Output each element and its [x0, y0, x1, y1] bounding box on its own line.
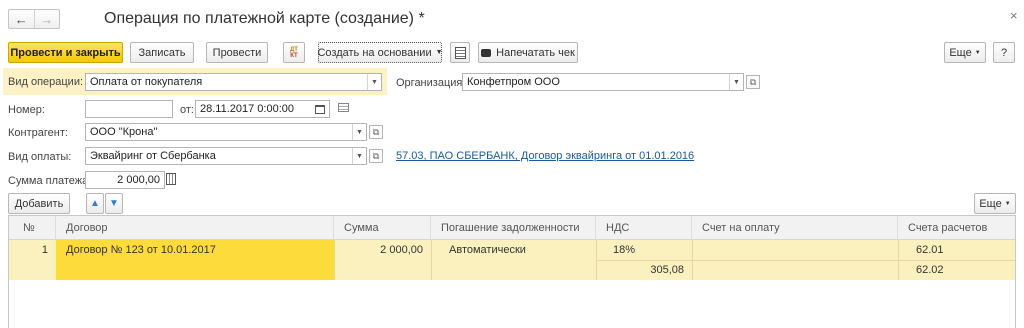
date-input[interactable]: 28.11.2017 0:00:00: [195, 100, 330, 118]
date-from-label: от:: [180, 104, 194, 116]
payment-type-label: Вид оплаты:: [8, 151, 72, 163]
create-based-on-button[interactable]: Создать на основании ▼: [317, 42, 443, 63]
back-arrow-icon[interactable]: ←: [9, 10, 35, 28]
column-header-amount[interactable]: Сумма: [334, 216, 431, 240]
print-check-label: Напечатать чек: [496, 46, 575, 59]
number-label: Номер:: [8, 104, 45, 116]
dt-kt-button[interactable]: ДТ КТ: [283, 42, 305, 63]
acquiring-contract-link[interactable]: 57.03, ПАО СБЕРБАНК, Договор эквайринга …: [396, 150, 694, 162]
forward-arrow-icon[interactable]: →: [35, 10, 60, 28]
payment-type-select[interactable]: Эквайринг от Сбербанка ▼: [85, 147, 367, 165]
more-label: Еще: [949, 46, 972, 59]
cell-vat-amount[interactable]: 305,08: [596, 260, 692, 280]
column-header-contract[interactable]: Договор: [56, 216, 334, 240]
move-down-button[interactable]: ▼: [105, 193, 123, 214]
chevron-down-icon[interactable]: ▼: [352, 148, 366, 164]
cell-vat-rate[interactable]: 18%: [596, 240, 692, 260]
write-button[interactable]: Записать: [130, 42, 194, 63]
payment-amount-value: 2 000,00: [117, 174, 160, 186]
cell-account-2[interactable]: 62.02: [898, 260, 1015, 280]
payment-type-value: Эквайринг от Сбербанка: [90, 150, 216, 162]
date-value: 28.11.2017 0:00:00: [200, 103, 294, 115]
operation-type-select[interactable]: Оплата от покупателя ▼: [85, 73, 382, 91]
post-button[interactable]: Провести: [206, 42, 268, 63]
chevron-down-icon[interactable]: ▼: [352, 124, 366, 140]
chevron-down-icon: ▼: [435, 49, 443, 56]
help-button[interactable]: ?: [993, 42, 1015, 63]
arrow-down-icon: ▼: [109, 198, 119, 209]
report-icon: [454, 46, 466, 59]
cell-account-1[interactable]: 62.01: [898, 240, 1015, 260]
open-link-icon[interactable]: ⧉: [746, 75, 760, 89]
column-header-number[interactable]: №: [9, 216, 56, 240]
column-header-vat[interactable]: НДС: [596, 216, 692, 240]
calendar-icon[interactable]: [315, 104, 325, 114]
report-icon-button[interactable]: [450, 42, 470, 63]
print-check-button[interactable]: Напечатать чек: [478, 42, 578, 63]
cell-amount[interactable]: 2 000,00: [334, 240, 431, 260]
chevron-down-icon: ▼: [1004, 200, 1011, 207]
window-title: Операция по платежной карте (создание) *: [104, 10, 425, 27]
cell-contract[interactable]: Договор № 123 от 10.01.2017: [56, 240, 334, 260]
cell-number[interactable]: 1: [9, 240, 56, 260]
column-header-repayment[interactable]: Погашение задолженности: [431, 216, 596, 240]
payment-amount-label: Сумма платежа:: [8, 175, 92, 187]
add-row-button[interactable]: Добавить: [8, 193, 70, 214]
comment-icon[interactable]: [338, 103, 349, 112]
table-more-button[interactable]: Еще ▼: [974, 193, 1016, 214]
column-header-invoice[interactable]: Счет на оплату: [692, 216, 898, 240]
create-based-on-label: Создать на основании: [317, 46, 432, 59]
close-icon[interactable]: ×: [1010, 8, 1018, 23]
calculator-icon[interactable]: [166, 173, 176, 185]
organization-select[interactable]: Конфетпром ООО ▼: [462, 73, 744, 91]
cell-repayment[interactable]: Автоматически: [431, 240, 596, 260]
counterparty-value: ООО "Крона": [90, 126, 158, 138]
chevron-down-icon[interactable]: ▼: [729, 74, 743, 90]
payments-table: № Договор Сумма Погашение задолженности …: [8, 215, 1016, 328]
organization-value: Конфетпром ООО: [467, 76, 560, 88]
arrow-up-icon: ▲: [90, 198, 100, 209]
operation-type-value: Оплата от покупателя: [90, 76, 203, 88]
operation-label: Вид операции:: [8, 76, 84, 88]
table-more-label: Еще: [979, 197, 1002, 210]
counterparty-label: Контрагент:: [8, 127, 68, 139]
printer-icon: [481, 48, 492, 57]
column-header-accounts[interactable]: Счета расчетов: [898, 216, 1015, 240]
move-up-button[interactable]: ▲: [86, 193, 104, 214]
organization-label: Организация:: [396, 77, 466, 89]
cell-invoice[interactable]: [692, 240, 898, 280]
open-link-icon[interactable]: ⧉: [369, 149, 383, 163]
dt-kt-icon: ДТ КТ: [290, 46, 298, 59]
payment-amount-input[interactable]: 2 000,00: [85, 171, 165, 189]
open-link-icon[interactable]: ⧉: [369, 125, 383, 139]
back-forward-group: ← →: [8, 9, 60, 29]
chevron-down-icon: ▼: [974, 49, 981, 56]
chevron-down-icon[interactable]: ▼: [367, 74, 381, 90]
more-button[interactable]: Еще ▼: [944, 42, 986, 63]
counterparty-select[interactable]: ООО "Крона" ▼: [85, 123, 367, 141]
number-input[interactable]: [85, 100, 173, 118]
post-and-close-button[interactable]: Провести и закрыть: [8, 42, 123, 63]
